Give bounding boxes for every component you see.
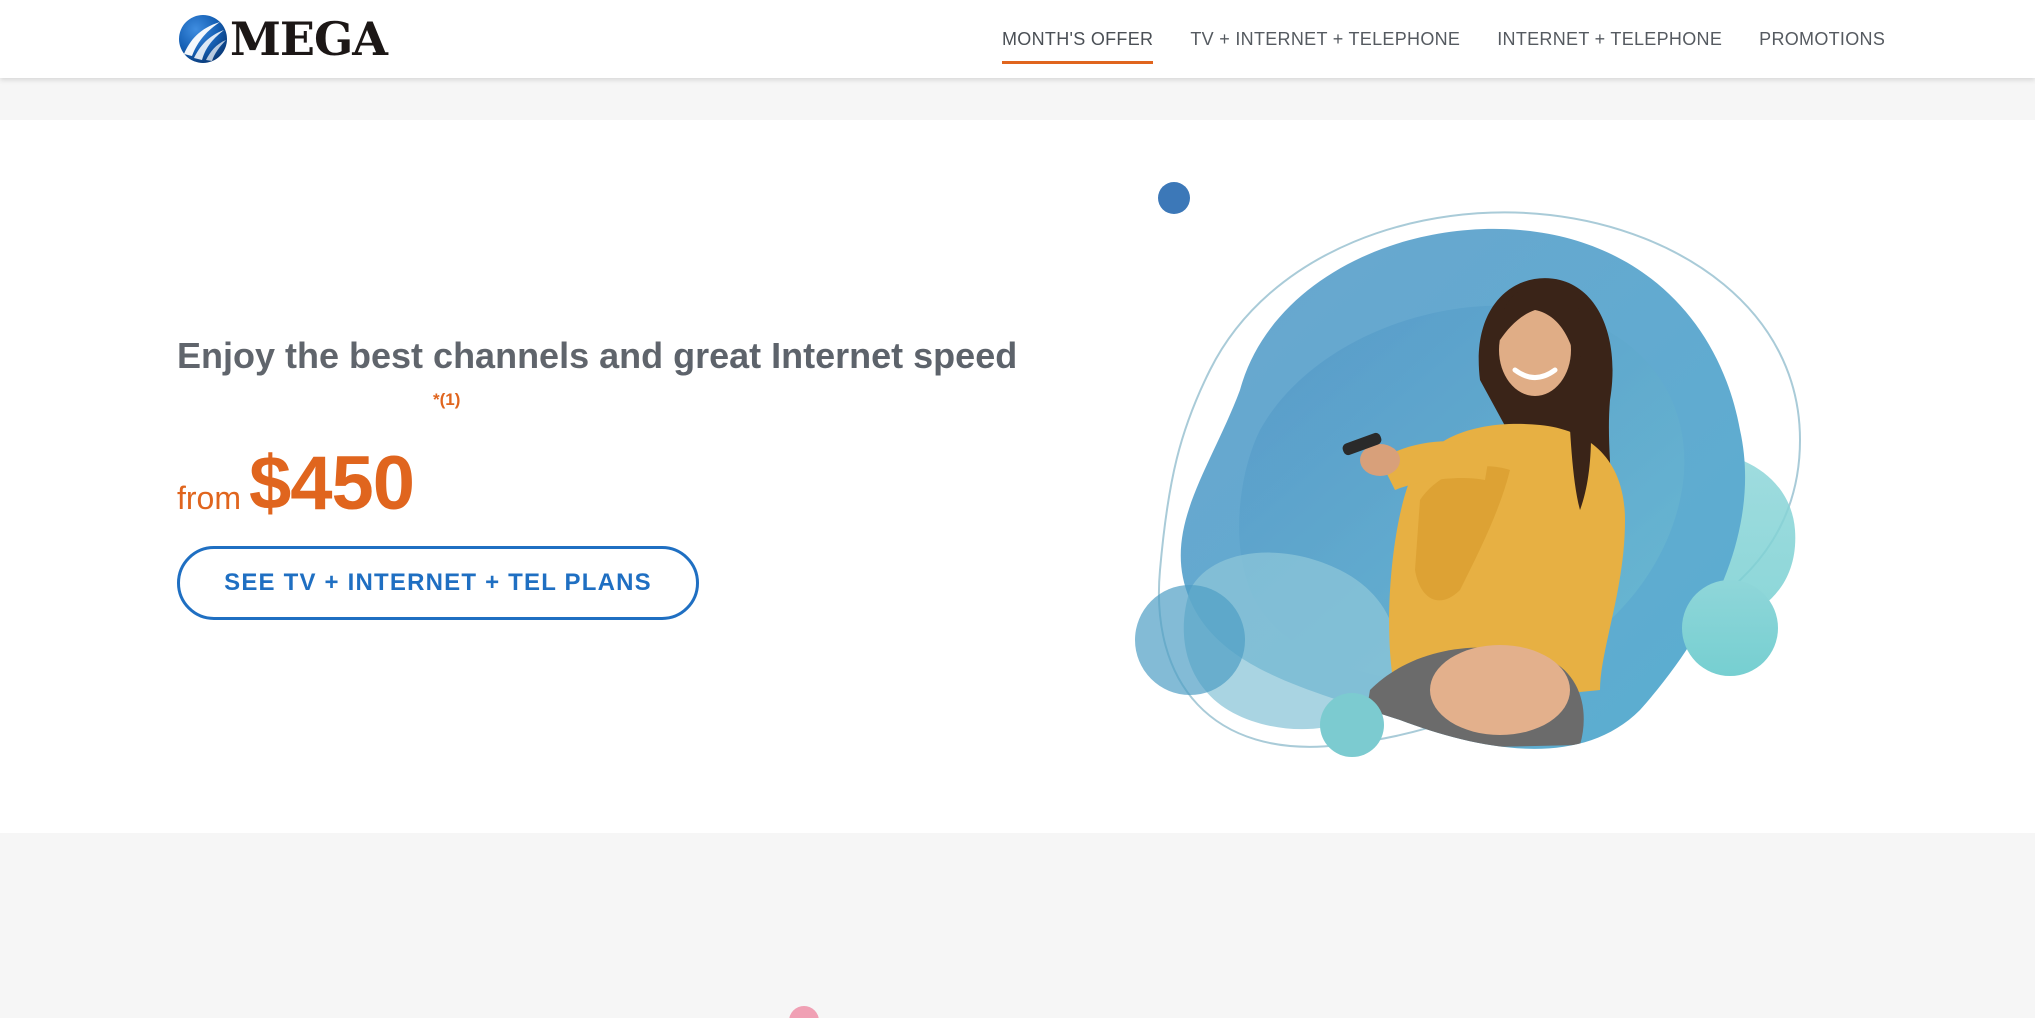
logo-text: MEGA <box>230 12 388 66</box>
footnote-marker[interactable]: *(1) <box>433 390 460 410</box>
decorative-pink-dot <box>789 1006 819 1018</box>
woman-with-remote-illustration <box>1135 182 1802 757</box>
price-prefix: from <box>177 480 241 516</box>
hero-section: Enjoy the best channels and great Intern… <box>0 120 2035 833</box>
headline-bold-text: great Internet speed <box>673 335 1018 376</box>
price-value: $450 <box>249 441 415 526</box>
nav-item-months-offer[interactable]: MONTH'S OFFER <box>1002 0 1154 78</box>
see-plans-button[interactable]: SEE TV + INTERNET + TEL PLANS <box>177 546 699 620</box>
mega-logo-icon <box>179 15 227 63</box>
nav-item-tv-internet-telephone[interactable]: TV + INTERNET + TELEPHONE <box>1190 0 1460 78</box>
main-nav: MONTH'S OFFER TV + INTERNET + TELEPHONE … <box>1002 0 1885 78</box>
nav-item-internet-telephone[interactable]: INTERNET + TELEPHONE <box>1497 0 1722 78</box>
headline-regular-text: Enjoy the best channels and <box>177 335 674 376</box>
nav-item-promotions[interactable]: PROMOTIONS <box>1759 0 1885 78</box>
mega-logo[interactable]: MEGA <box>178 12 388 66</box>
price-block: from $450 <box>177 440 415 527</box>
site-header: MEGA MONTH'S OFFER TV + INTERNET + TELEP… <box>0 0 2035 78</box>
hero-headline: Enjoy the best channels and great Intern… <box>177 334 1017 377</box>
